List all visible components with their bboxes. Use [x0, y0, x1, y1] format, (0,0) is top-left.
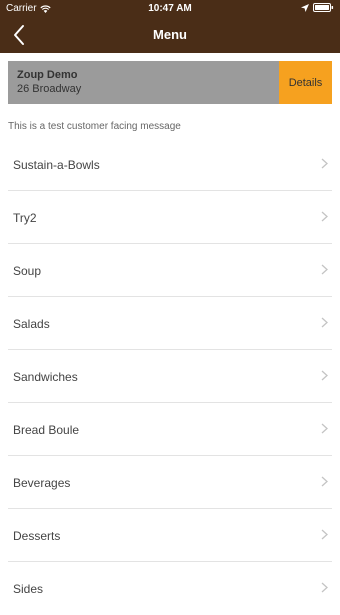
chevron-right-icon — [321, 529, 328, 540]
customer-message: This is a test customer facing message — [8, 121, 181, 132]
chevron-right-icon — [321, 582, 328, 593]
menu-item-label: Try2 — [13, 211, 37, 225]
status-time: 10:47 AM — [148, 3, 192, 14]
store-card: Zoup Demo 26 Broadway Details — [8, 61, 332, 104]
chevron-right-icon — [321, 423, 328, 434]
chevron-right-icon — [321, 158, 328, 169]
menu-item-label: Desserts — [13, 529, 61, 543]
store-name: Zoup Demo — [17, 69, 78, 81]
menu-item-try2[interactable]: Try2 — [0, 191, 340, 244]
chevron-right-icon — [321, 370, 328, 381]
chevron-right-icon — [321, 317, 328, 328]
menu-item-label: Sandwiches — [13, 370, 78, 384]
menu-item-beverages[interactable]: Beverages — [0, 456, 340, 509]
menu-item-label: Soup — [13, 264, 42, 278]
details-button[interactable]: Details — [279, 61, 332, 104]
store-address: 26 Broadway — [17, 83, 82, 95]
menu-item-salads[interactable]: Salads — [0, 297, 340, 350]
menu-item-soup[interactable]: Soup — [0, 244, 340, 297]
chevron-right-icon — [321, 211, 328, 222]
status-right — [301, 3, 334, 12]
app-header: Carrier 10:47 AM Menu — [0, 0, 340, 53]
menu-item-label: Beverages — [13, 476, 71, 490]
menu-item-desserts[interactable]: Desserts — [0, 509, 340, 562]
menu-item-label: Bread Boule — [13, 423, 80, 437]
menu-item-label: Salads — [13, 317, 50, 331]
location-icon — [301, 3, 309, 12]
menu-item-label: Sustain-a-Bowls — [13, 158, 100, 172]
menu-item-bread-boule[interactable]: Bread Boule — [0, 403, 340, 456]
page-title: Menu — [153, 27, 187, 42]
menu-item-label: Sides — [13, 582, 44, 596]
navigation-bar: Menu — [0, 18, 340, 53]
menu-item-sandwiches[interactable]: Sandwiches — [0, 350, 340, 403]
menu-item-sides[interactable]: Sides — [0, 562, 340, 615]
menu-item-sustain-a-bowls[interactable]: Sustain-a-Bowls — [0, 138, 340, 191]
chevron-right-icon — [321, 476, 328, 487]
menu-list: Sustain-a-Bowls Try2 Soup Salads Sandwic… — [0, 138, 340, 615]
battery-icon — [313, 3, 334, 12]
store-info: Zoup Demo 26 Broadway — [8, 61, 279, 104]
status-bar: Carrier 10:47 AM — [0, 0, 340, 18]
chevron-right-icon — [321, 264, 328, 275]
